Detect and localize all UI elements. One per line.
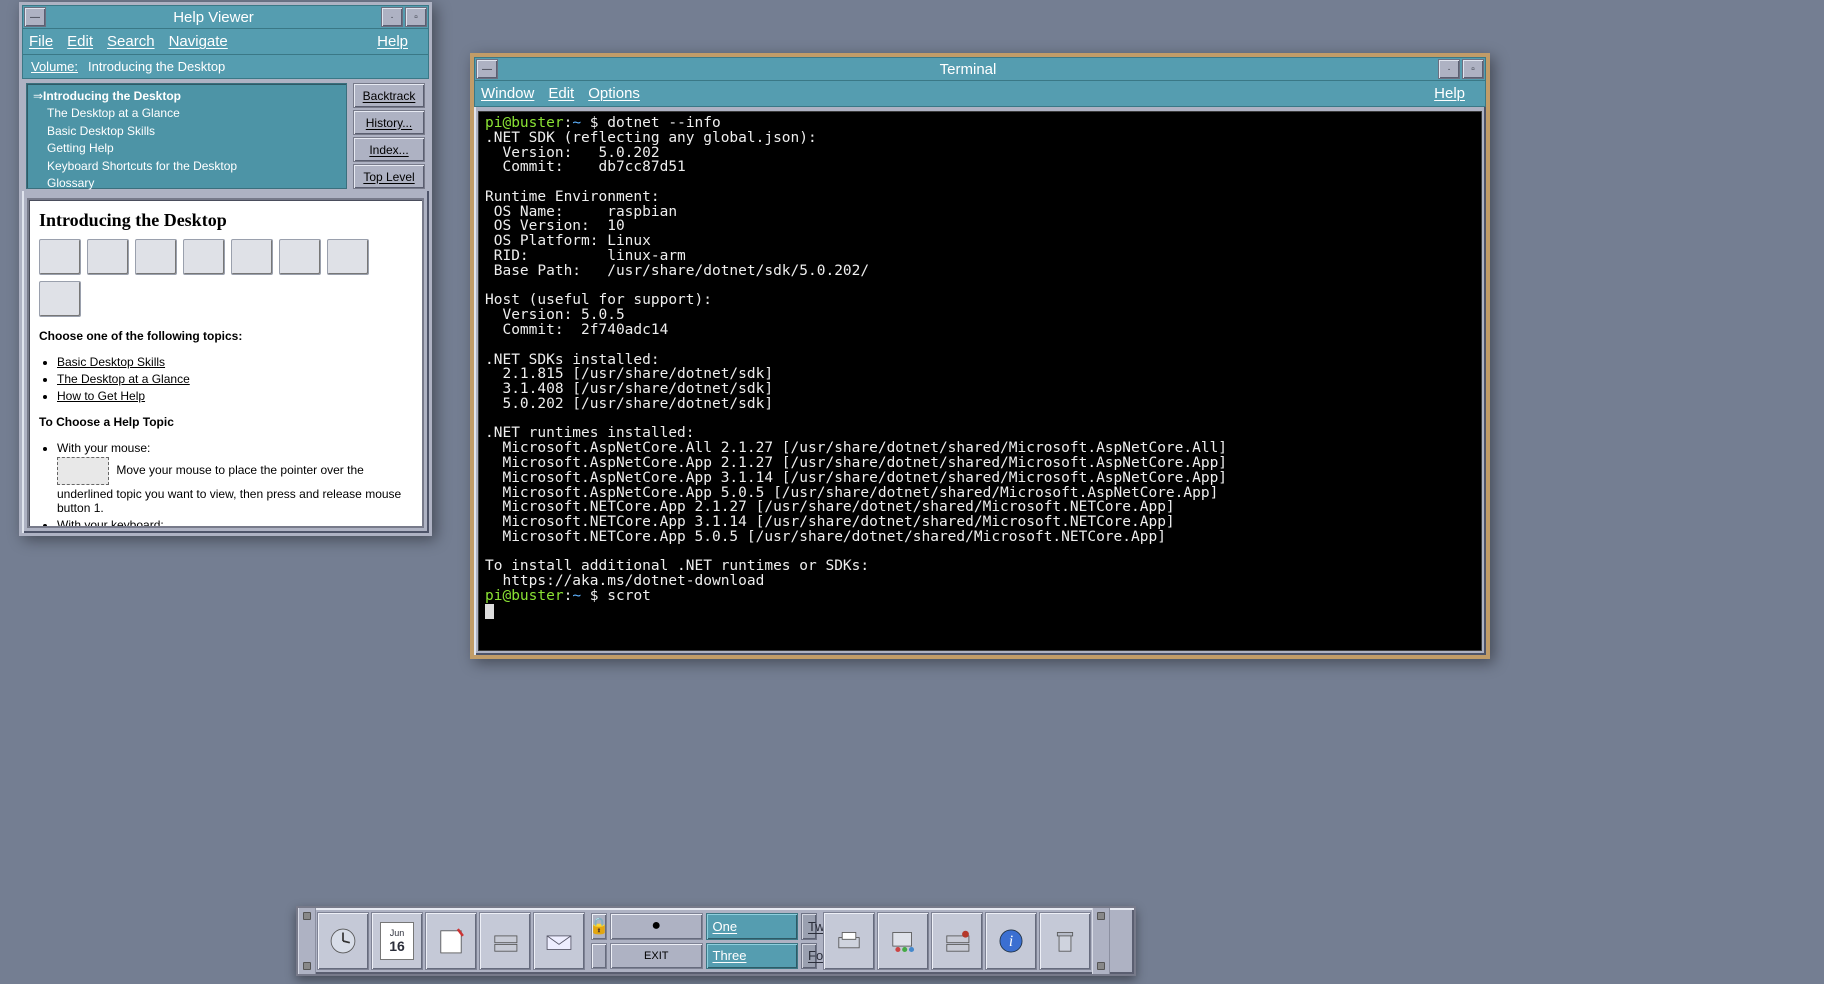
style-manager-icon[interactable] xyxy=(877,912,929,970)
maximize-button[interactable]: ▫ xyxy=(1462,59,1484,79)
to-choose-heading: To Choose a Help Topic xyxy=(39,415,174,429)
editor-icon[interactable] xyxy=(425,912,477,970)
trash-icon[interactable] xyxy=(1039,912,1091,970)
file-manager-icon[interactable] xyxy=(479,912,531,970)
index-button[interactable]: Index... xyxy=(353,137,425,162)
doc-icon xyxy=(327,239,369,275)
doc-icon xyxy=(87,239,129,275)
clock-icon[interactable] xyxy=(317,912,369,970)
help-volume-row: Volume: Introducing the Desktop xyxy=(22,55,429,79)
doc-icon xyxy=(135,239,177,275)
app-manager-icon[interactable] xyxy=(931,912,983,970)
nav-item[interactable]: Glossary xyxy=(33,175,340,192)
help-menubar: File Edit Search Navigate Help xyxy=(22,29,429,55)
help-nav-tree[interactable]: ⇒Introducing the Desktop The Desktop at … xyxy=(26,83,347,189)
cal-day: 16 xyxy=(389,938,405,954)
nav-item[interactable]: Getting Help xyxy=(33,140,340,157)
printer-icon[interactable] xyxy=(823,912,875,970)
doc-icon xyxy=(231,239,273,275)
help-content-pane[interactable]: Introducing the Desktop Choose one of th… xyxy=(27,198,424,528)
doc-icon xyxy=(183,239,225,275)
menu-help[interactable]: Help xyxy=(1434,85,1465,102)
menu-file[interactable]: File xyxy=(29,33,53,50)
terminal-output[interactable]: pi@buster:~ $ dotnet --info .NET SDK (re… xyxy=(478,111,1482,651)
terminal-titlebar[interactable]: — Terminal · ▫ xyxy=(474,57,1486,81)
maximize-button[interactable]: ▫ xyxy=(405,7,427,27)
mouse-label: With your mouse: xyxy=(57,441,150,455)
topic-link[interactable]: How to Get Help xyxy=(57,389,145,403)
workspace-four-button[interactable]: Four xyxy=(801,943,817,970)
doc-icon-row xyxy=(39,239,412,317)
window-menu-button[interactable]: — xyxy=(24,7,46,27)
backtrack-button[interactable]: Backtrack xyxy=(353,83,425,108)
toplevel-button[interactable]: Top Level xyxy=(353,164,425,189)
menu-help[interactable]: Help xyxy=(377,33,408,50)
doc-heading: Introducing the Desktop xyxy=(39,210,412,231)
volume-value: Introducing the Desktop xyxy=(88,59,225,74)
workspace-two-button[interactable]: Two xyxy=(801,913,817,940)
exit-icon[interactable]: EXIT xyxy=(610,943,703,970)
help-title: Help Viewer xyxy=(47,9,380,26)
workspace-one-button[interactable]: One xyxy=(706,913,799,940)
window-menu-button[interactable]: — xyxy=(476,59,498,79)
nav-current[interactable]: Introducing the Desktop xyxy=(43,89,181,103)
lock-icon[interactable]: 🔒 xyxy=(591,913,607,940)
help-viewer-window: — Help Viewer · ▫ File Edit Search Navig… xyxy=(19,2,432,536)
topic-link[interactable]: The Desktop at a Glance xyxy=(57,372,190,386)
nav-item[interactable]: The Desktop at a Glance xyxy=(33,105,340,122)
mouse-icon xyxy=(57,457,109,485)
blank-button[interactable] xyxy=(591,943,607,970)
front-panel: Jun 16 🔒 One Two ● Three Four EXIT i xyxy=(296,906,1136,976)
terminal-window: — Terminal · ▫ Window Edit Options Help … xyxy=(470,53,1490,659)
svg-text:i: i xyxy=(1009,933,1013,950)
menu-options[interactable]: Options xyxy=(588,85,640,102)
doc-icon xyxy=(279,239,321,275)
busy-light-icon: ● xyxy=(610,913,703,940)
panel-left-handle[interactable] xyxy=(298,908,316,974)
cal-month: Jun xyxy=(390,928,405,938)
nav-item[interactable]: Basic Desktop Skills xyxy=(33,123,340,140)
menu-search[interactable]: Search xyxy=(107,33,155,50)
workspace-switcher: 🔒 One Two ● Three Four EXIT xyxy=(588,910,820,972)
doc-icon xyxy=(39,239,81,275)
panel-right-handle[interactable] xyxy=(1092,908,1110,974)
workspace-three-button[interactable]: Three xyxy=(706,943,799,970)
help-titlebar[interactable]: — Help Viewer · ▫ xyxy=(22,5,429,29)
minimize-button[interactable]: · xyxy=(1438,59,1460,79)
kbd-label: With your keyboard: xyxy=(57,518,164,528)
menu-edit[interactable]: Edit xyxy=(67,33,93,50)
history-button[interactable]: History... xyxy=(353,110,425,135)
calendar-icon[interactable]: Jun 16 xyxy=(371,912,423,970)
choose-label: Choose one of the following topics: xyxy=(39,329,242,343)
menu-window[interactable]: Window xyxy=(481,85,534,102)
terminal-title: Terminal xyxy=(499,61,1437,78)
menu-edit[interactable]: Edit xyxy=(548,85,574,102)
menu-navigate[interactable]: Navigate xyxy=(169,33,228,50)
nav-item[interactable]: Keyboard Shortcuts for the Desktop xyxy=(33,158,340,175)
minimize-button[interactable]: · xyxy=(381,7,403,27)
topic-link[interactable]: Basic Desktop Skills xyxy=(57,355,165,369)
mail-icon[interactable] xyxy=(533,912,585,970)
doc-icon xyxy=(39,281,81,317)
info-icon[interactable]: i xyxy=(985,912,1037,970)
terminal-menubar: Window Edit Options Help xyxy=(474,81,1486,107)
volume-label: Volume: xyxy=(31,59,78,74)
